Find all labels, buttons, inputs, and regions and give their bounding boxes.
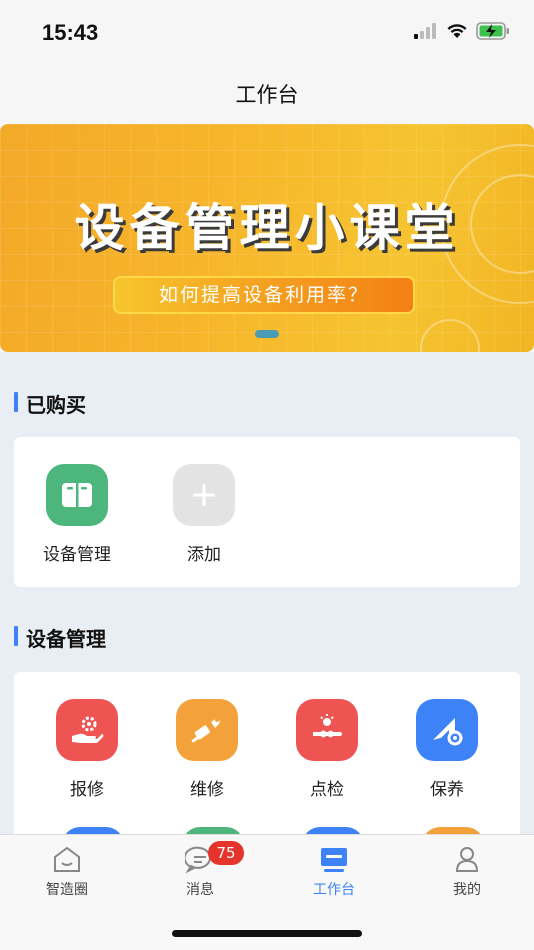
home-indicator[interactable] (172, 930, 362, 937)
app-item-maintenance[interactable]: 保养 (397, 699, 497, 800)
banner-subtitle: 如何提高设备利用率？ (113, 276, 415, 314)
section-title-device-management: 设备管理 (14, 623, 106, 652)
banner-page-indicator[interactable] (255, 330, 279, 338)
unread-badge: 75 (208, 841, 244, 865)
tab-label: 消息 (186, 882, 214, 898)
repair-icon (176, 699, 238, 761)
tab-workbench[interactable]: 工作台 (284, 845, 384, 899)
app-item-inspection[interactable]: 点检 (277, 699, 377, 800)
repair-report-icon (56, 699, 118, 761)
tab-home[interactable]: 智造圈 (17, 845, 117, 899)
app-label: 设备管理 (43, 545, 111, 565)
device-management-card: 报修 维修 点检 保养 (14, 672, 520, 847)
workbench-icon (321, 848, 347, 872)
section-title-purchased: 已购买 (14, 389, 86, 418)
page-title: 工作台 (235, 83, 299, 107)
maintenance-icon (416, 699, 478, 761)
app-item-repair[interactable]: 维修 (157, 699, 257, 800)
tab-label: 工作台 (313, 882, 355, 898)
app-label: 添加 (187, 545, 221, 565)
tab-label: 我的 (453, 882, 481, 898)
workbench-content: 已购买 设备管理 添加 设备管理 报修 维修 点检 保养 (0, 352, 534, 847)
add-icon (173, 464, 235, 526)
app-item-repair-report[interactable]: 报修 (37, 699, 137, 800)
tab-messages[interactable]: 75 消息 (150, 841, 250, 899)
tab-label: 智造圈 (46, 882, 88, 898)
app-label: 保养 (430, 780, 464, 800)
app-label: 点检 (310, 780, 344, 800)
home-icon (54, 846, 80, 872)
app-label: 维修 (190, 780, 224, 800)
app-item-device-management[interactable]: 设备管理 (27, 464, 127, 565)
profile-icon (455, 847, 479, 872)
app-item-add[interactable]: 添加 (154, 464, 254, 565)
navigation-bar: 工作台 (0, 66, 534, 124)
app-label: 报修 (70, 780, 104, 800)
cellular-signal-icon (414, 23, 436, 39)
status-time: 15:43 (42, 20, 99, 45)
promo-banner[interactable]: 设备管理小课堂 如何提高设备利用率？ (0, 124, 534, 352)
tab-profile[interactable]: 我的 (417, 845, 517, 899)
purchased-card: 设备管理 添加 (14, 437, 520, 587)
banner-title: 设备管理小课堂 (74, 199, 460, 257)
device-management-icon (46, 464, 108, 526)
wifi-icon (447, 24, 467, 38)
status-bar: 15:43 (0, 0, 534, 66)
battery-charging-icon (476, 22, 509, 40)
inspection-icon (296, 699, 358, 761)
status-icons (414, 22, 510, 40)
